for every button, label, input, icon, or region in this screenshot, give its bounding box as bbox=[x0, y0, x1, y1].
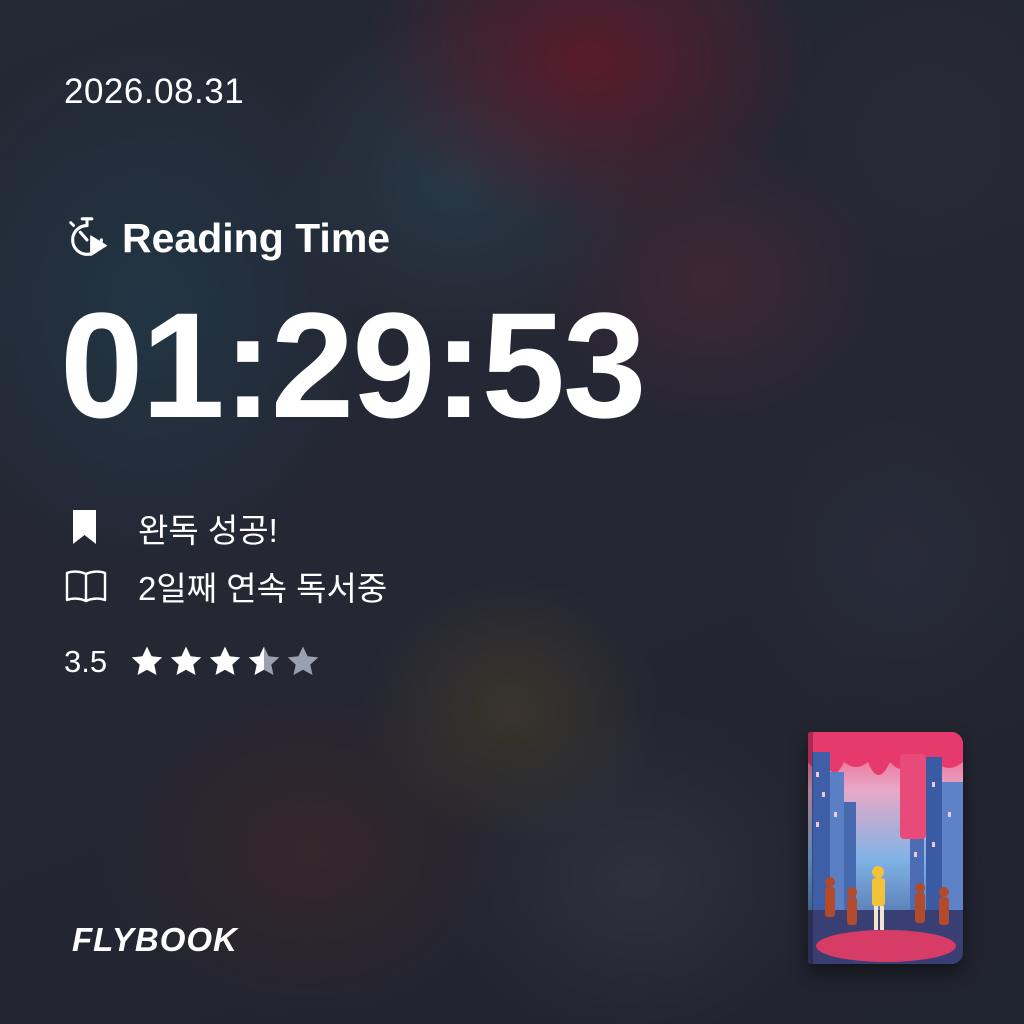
completion-status-row: 완독 성공! bbox=[64, 506, 278, 550]
rating-row: 3.5 bbox=[64, 640, 324, 684]
rating-value: 3.5 bbox=[64, 644, 108, 679]
date-label: 2026.08.31 bbox=[64, 72, 245, 111]
reading-time-header: Reading Time bbox=[64, 213, 390, 263]
star-icon bbox=[209, 646, 241, 675]
star-icon bbox=[170, 646, 202, 675]
star-icon bbox=[287, 646, 319, 675]
reading-streak-row: 2일째 연속 독서중 bbox=[64, 564, 387, 608]
flybook-logo: FLYBOOK bbox=[72, 921, 238, 958]
star-icon bbox=[248, 646, 280, 675]
completion-status-text: 완독 성공! bbox=[138, 512, 278, 549]
timer-play-icon bbox=[69, 217, 107, 256]
star-rating bbox=[129, 644, 324, 680]
star-icon bbox=[131, 646, 163, 675]
reading-time-value: 01:29:53 bbox=[60, 281, 646, 449]
reading-streak-text: 2일째 연속 독서중 bbox=[138, 570, 388, 607]
open-book-icon bbox=[65, 570, 107, 603]
reading-time-label: Reading Time bbox=[122, 214, 391, 261]
book-cover-image bbox=[808, 732, 963, 964]
bookmark-icon bbox=[73, 510, 96, 544]
